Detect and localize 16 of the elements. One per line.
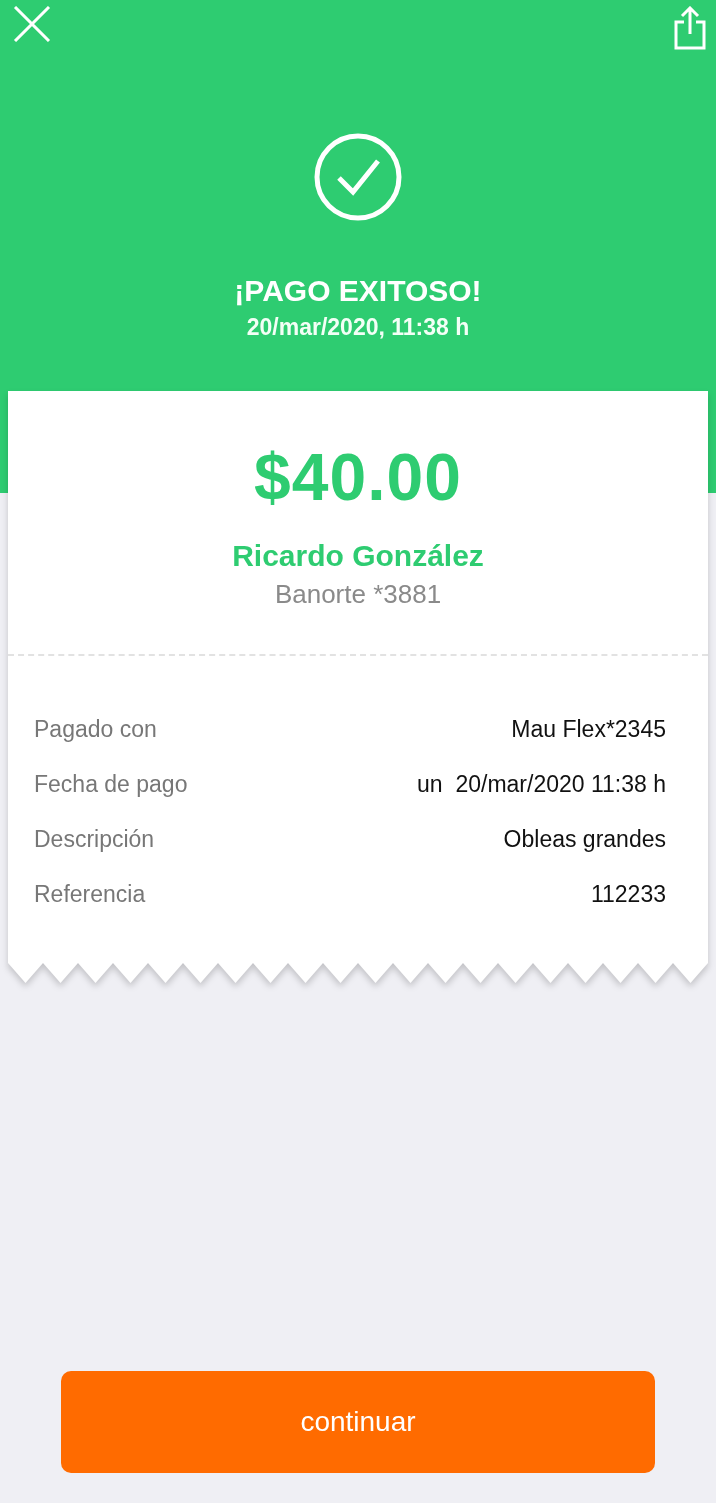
detail-value: Obleas grandes <box>503 826 666 853</box>
share-button[interactable] <box>672 6 708 50</box>
success-title: ¡PAGO EXITOSO! <box>234 274 482 308</box>
detail-label: Descripción <box>34 826 155 853</box>
detail-value: 112233 <box>590 881 666 908</box>
continue-button[interactable]: continuar <box>61 1371 655 1473</box>
recipient-name: Ricardo González <box>232 539 484 573</box>
detail-value: Mau Flex*2345 <box>511 716 666 743</box>
detail-value: un 20/mar/2020 11:38 h <box>417 771 666 798</box>
recipient-account: Banorte *3881 <box>274 579 442 610</box>
detail-label: Pagado con <box>34 716 157 743</box>
payment-amount: $40.00 <box>254 439 462 515</box>
checkmark-circle-icon <box>313 132 403 222</box>
payment-datetime: 20/mar/2020, 11:38 h <box>246 314 470 341</box>
detail-label: Referencia <box>34 881 146 908</box>
detail-label: Fecha de pago <box>34 771 188 798</box>
